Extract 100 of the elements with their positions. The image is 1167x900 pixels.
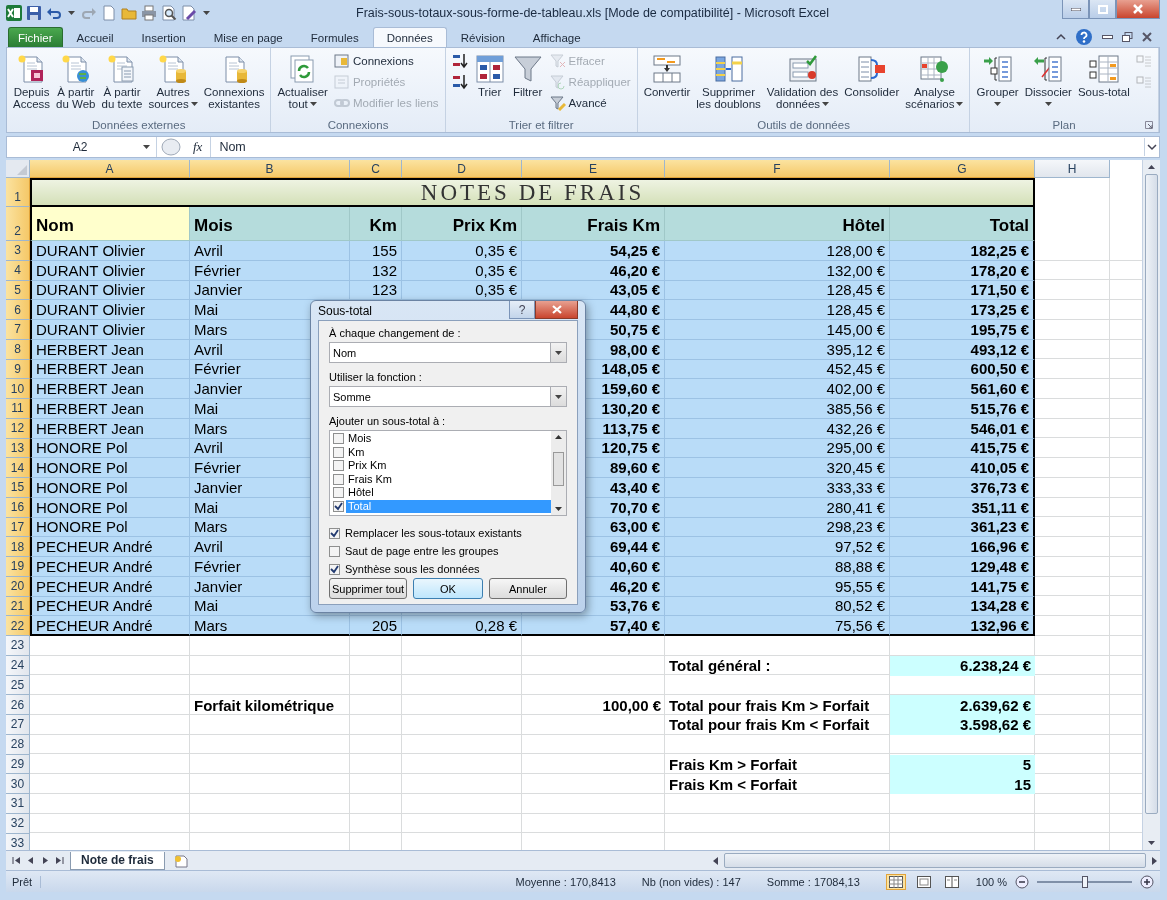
toolbar-button[interactable] [181,5,197,21]
ribbon-tab[interactable]: Mise en page [199,27,297,47]
row-header[interactable]: 32 [6,813,30,834]
close-button[interactable] [1116,0,1160,19]
ribbon-button[interactable] [451,53,468,69]
ribbon-tab[interactable]: Affichage [518,27,595,47]
row-header[interactable]: 24 [6,655,30,676]
scroll-thumb[interactable] [724,853,1146,868]
row-header[interactable]: 13 [6,438,30,459]
view-button[interactable] [885,873,906,890]
help-icon[interactable] [1075,27,1093,46]
row-header[interactable]: 29 [6,754,30,775]
row-header[interactable]: 12 [6,418,30,439]
ribbon-button[interactable]: À partir du Web [53,50,99,112]
ribbon-button[interactable]: Trier [470,50,509,100]
ribbon-tab[interactable]: Fichier [8,27,63,47]
ribbon-tab[interactable]: Insertion [127,27,200,47]
row-header[interactable]: 16 [6,497,30,518]
row-header[interactable]: 10 [6,379,30,399]
row-header[interactable]: 4 [6,260,30,281]
scroll-up-icon[interactable] [554,434,563,440]
dialog-launcher-icon[interactable] [1144,121,1153,129]
row-header[interactable]: 27 [6,715,30,735]
row-header[interactable]: 8 [6,339,30,360]
row-header[interactable]: 23 [6,636,30,656]
dialog-button[interactable]: Supprimer tout [329,578,407,599]
help-button[interactable]: ? [509,301,535,319]
ribbon-button[interactable]: Analyse scénarios [902,50,967,112]
scroll-thumb[interactable] [553,452,564,486]
toolbar-button[interactable] [26,5,42,21]
ribbon-button[interactable]: Connexions existantes [200,50,268,112]
row-header[interactable]: 9 [6,359,30,380]
ribbon-button[interactable]: Actualiser tout [274,50,331,112]
splitter-handle-icon[interactable] [161,138,181,156]
column-header[interactable]: A [30,160,190,178]
restore-icon[interactable] [1122,31,1133,42]
ribbon-tab[interactable]: Accueil [62,27,128,47]
checkbox[interactable] [329,545,340,557]
row-header[interactable]: 21 [6,596,30,617]
column-header[interactable]: F [665,160,890,178]
dropdown[interactable]: Somme [329,386,567,407]
row-header[interactable]: 5 [6,280,30,301]
row-header[interactable]: 25 [6,675,30,696]
collapse-ribbon-icon[interactable] [1056,33,1066,40]
row-header[interactable]: 20 [6,576,30,597]
row-header[interactable]: 22 [6,616,30,636]
dropdown[interactable]: Nom [329,342,567,363]
checkbox[interactable] [329,527,340,539]
ribbon-tab[interactable]: Formules [296,27,373,47]
column-header[interactable]: G [890,160,1035,178]
name-box[interactable]: A2 [7,137,157,157]
zoom-level[interactable]: 100 % [975,875,1007,888]
row-header[interactable]: 18 [6,537,30,557]
column-header[interactable]: D [402,160,522,178]
ribbon-button[interactable]: Consolider [841,50,903,100]
vertical-scrollbar[interactable] [551,431,566,515]
zoom-out-icon[interactable] [1015,874,1029,889]
zoom-in-icon[interactable] [1140,874,1154,889]
checkbox[interactable] [329,563,340,575]
ribbon-button[interactable]: Convertir [640,50,694,100]
slider-thumb[interactable] [1081,875,1088,888]
scroll-down-icon[interactable] [554,506,563,512]
row-header[interactable]: 28 [6,734,30,755]
vertical-scrollbar[interactable] [1142,160,1160,850]
row-header[interactable]: 3 [6,241,30,261]
checkbox[interactable] [333,487,344,499]
checkbox[interactable] [333,433,344,445]
checkbox[interactable] [333,446,344,458]
checkbox[interactable] [333,500,344,512]
row-header[interactable]: 2 [6,207,30,241]
ribbon-button[interactable]: Depuis Access [10,50,54,112]
close-button[interactable] [535,301,578,319]
close-icon[interactable] [1142,31,1152,42]
row-header[interactable]: 19 [6,557,30,577]
formula-input[interactable]: Nom [210,137,1144,157]
row-header[interactable]: 11 [6,399,30,419]
column-header[interactable]: B [190,160,350,178]
toolbar-button[interactable] [6,5,22,21]
ribbon-button[interactable] [451,74,468,90]
ribbon-button[interactable]: À partir du texte [98,50,146,112]
ribbon-button[interactable]: Autres sources [145,50,201,112]
ribbon-button[interactable]: Sous-total [1074,50,1133,100]
ribbon-tab[interactable]: Révision [446,27,519,47]
ribbon-button[interactable]: Avancé [549,95,631,111]
column-header[interactable]: C [350,160,402,178]
row-header[interactable]: 15 [6,478,30,498]
row-header[interactable]: 14 [6,458,30,478]
toolbar-button[interactable] [141,5,157,21]
scroll-thumb[interactable] [1145,174,1158,814]
toolbar-button[interactable] [161,5,177,21]
previous-sheet-icon[interactable] [26,856,36,865]
row-header[interactable]: 26 [6,695,30,715]
sheet-tab[interactable]: Note de frais [70,851,165,870]
ribbon-button[interactable]: Validation des données [763,50,842,112]
column-header[interactable]: H [1035,160,1110,178]
ribbon-button[interactable]: Supprimer les doublons [693,50,764,112]
row-header[interactable]: 30 [6,774,30,794]
ribbon-button[interactable]: Dissocier [1021,50,1075,112]
maximize-button[interactable] [1089,0,1116,19]
minimize-icon[interactable] [1102,34,1113,39]
